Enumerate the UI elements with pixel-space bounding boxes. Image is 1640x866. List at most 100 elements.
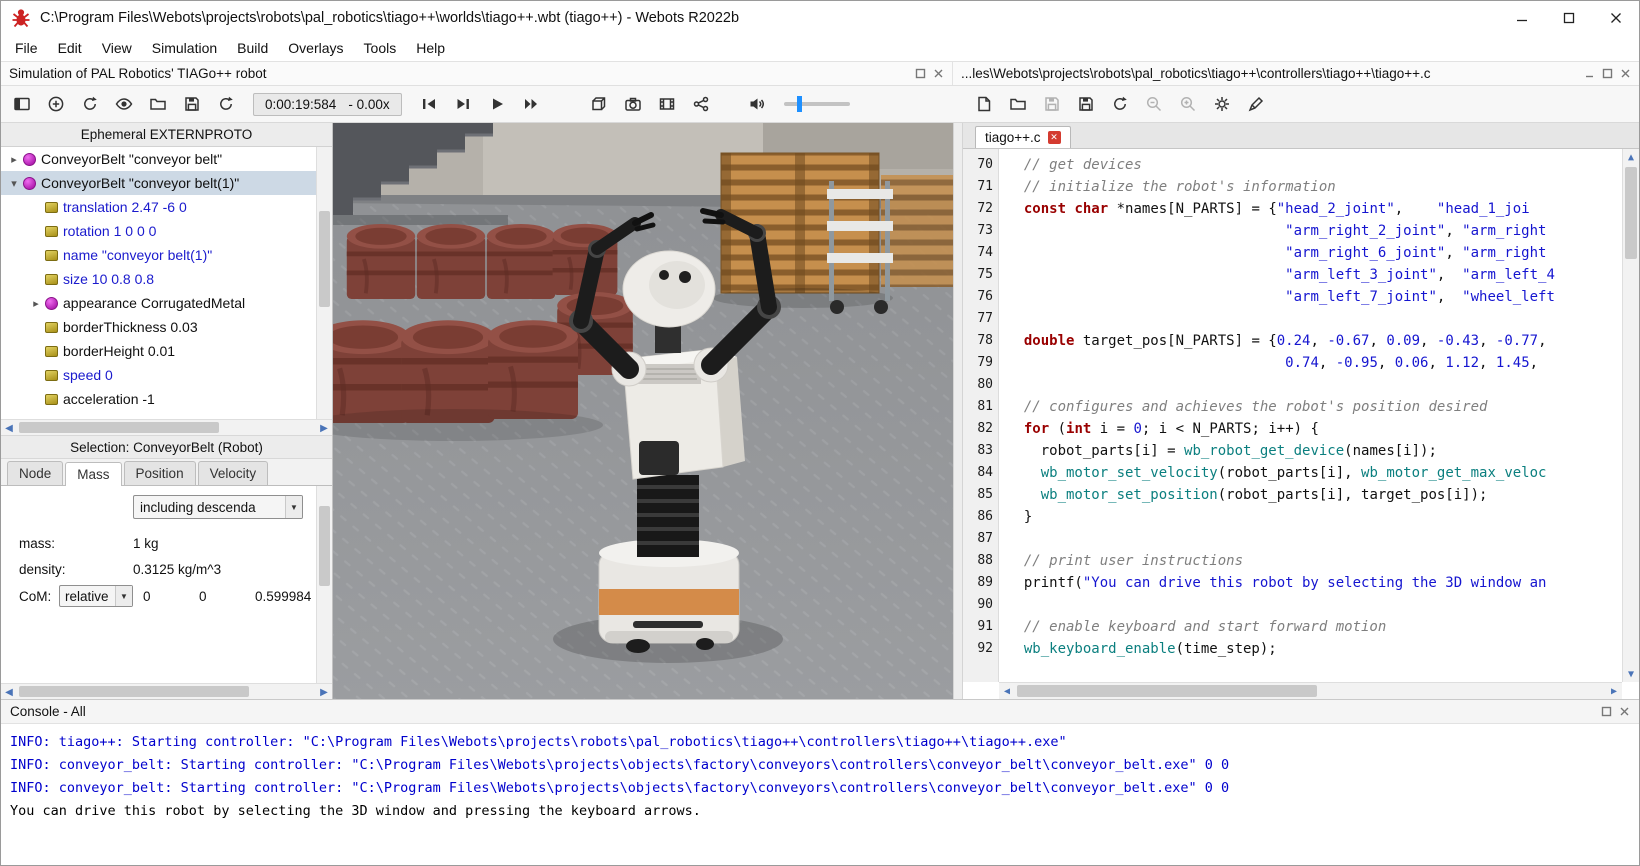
step-button[interactable]	[448, 90, 478, 118]
code-line[interactable]: for (int i = 0; i < N_PARTS; i++) {	[1007, 418, 1622, 440]
scrollbar-thumb[interactable]	[1017, 685, 1317, 697]
chevron-right-icon[interactable]: ▸	[7, 153, 21, 166]
scroll-right-icon[interactable]: ▶	[1606, 683, 1622, 699]
panel-minimize-icon[interactable]	[1584, 68, 1595, 79]
panel-close-icon[interactable]	[1619, 706, 1630, 717]
scroll-left-icon[interactable]: ◀	[1, 420, 17, 436]
code-text[interactable]: // get devices // initialize the robot's…	[999, 149, 1622, 682]
code-line[interactable]: const char *names[N_PARTS] = {"head_2_jo…	[1007, 198, 1622, 220]
inspector-horizontal-scrollbar[interactable]: ◀ ▶	[1, 683, 332, 699]
volume-slider-thumb[interactable]	[796, 96, 802, 112]
code-line[interactable]: wb_keyboard_enable(time_step);	[1007, 638, 1622, 660]
scrollbar-thumb[interactable]	[319, 506, 330, 586]
tree-item[interactable]: ▸ ConveyorBelt "conveyor belt"	[1, 147, 332, 171]
code-line[interactable]: // configures and achieves the robot's p…	[1007, 396, 1622, 418]
inspector-vertical-scrollbar[interactable]	[316, 486, 332, 683]
close-button[interactable]	[1592, 1, 1639, 35]
console-output[interactable]: INFO: tiago++: Starting controller: "C:\…	[1, 724, 1639, 865]
zoom-in-button[interactable]	[1173, 90, 1203, 118]
scene-tree-vertical-scrollbar[interactable]	[316, 147, 332, 419]
code-line[interactable]: robot_parts[i] = wb_robot_get_device(nam…	[1007, 440, 1622, 462]
scrollbar-thumb[interactable]	[319, 211, 330, 307]
menu-help[interactable]: Help	[406, 37, 455, 59]
volume-slider[interactable]	[783, 96, 850, 112]
code-line[interactable]: printf("You can drive this robot by sele…	[1007, 572, 1622, 594]
movie-record-button[interactable]	[652, 90, 682, 118]
new-file-button[interactable]	[969, 90, 999, 118]
descendants-dropdown[interactable]: including descenda ▼	[133, 495, 303, 519]
save-world-button[interactable]	[177, 90, 207, 118]
scrollbar-thumb[interactable]	[19, 686, 249, 697]
projection-mode-button[interactable]	[584, 90, 614, 118]
menu-edit[interactable]: Edit	[48, 37, 92, 59]
scroll-right-icon[interactable]: ▶	[316, 420, 332, 436]
code-line[interactable]: "arm_left_7_joint", "wheel_left	[1007, 286, 1622, 308]
scroll-left-icon[interactable]: ◀	[1, 684, 17, 700]
vertical-splitter[interactable]	[953, 123, 963, 699]
save-as-button[interactable]	[1071, 90, 1101, 118]
share-button[interactable]	[686, 90, 716, 118]
tree-item[interactable]: rotation 1 0 0 0	[1, 219, 332, 243]
tree-item[interactable]: size 10 0.8 0.8	[1, 267, 332, 291]
open-world-button[interactable]	[143, 90, 173, 118]
code-line[interactable]	[1007, 594, 1622, 616]
tab-node[interactable]: Node	[7, 461, 64, 485]
screenshot-button[interactable]	[618, 90, 648, 118]
menu-simulation[interactable]: Simulation	[142, 37, 227, 59]
panel-float-icon[interactable]	[1601, 706, 1612, 717]
menu-tools[interactable]: Tools	[354, 37, 407, 59]
scroll-up-icon[interactable]: ▲	[1623, 149, 1639, 165]
code-line[interactable]: "arm_left_3_joint", "arm_left_4	[1007, 264, 1622, 286]
reset-simulation-button[interactable]	[414, 90, 444, 118]
panel-float-icon[interactable]	[915, 68, 926, 79]
editor-vertical-scrollbar[interactable]: ▲ ▼	[1622, 149, 1639, 682]
menu-overlays[interactable]: Overlays	[278, 37, 353, 59]
scene-tree-horizontal-scrollbar[interactable]: ◀ ▶	[1, 419, 332, 435]
3d-view[interactable]	[333, 123, 953, 699]
scrollbar-thumb[interactable]	[1625, 167, 1637, 259]
chevron-down-icon[interactable]: ▾	[7, 177, 21, 190]
tree-item[interactable]: borderHeight 0.01	[1, 339, 332, 363]
menu-view[interactable]: View	[92, 37, 142, 59]
open-file-button[interactable]	[1003, 90, 1033, 118]
fast-forward-button[interactable]	[516, 90, 546, 118]
maximize-button[interactable]	[1545, 1, 1592, 35]
highlight-button[interactable]	[1241, 90, 1271, 118]
show-rendering-button[interactable]	[109, 90, 139, 118]
tab-velocity[interactable]: Velocity	[197, 461, 269, 485]
restore-viewpoint-button[interactable]	[75, 90, 105, 118]
code-line[interactable]: wb_motor_set_position(robot_parts[i], ta…	[1007, 484, 1622, 506]
tab-close-icon[interactable]: ✕	[1047, 131, 1061, 144]
code-line[interactable]: 0.74, -0.95, 0.06, 1.12, 1.45,	[1007, 352, 1622, 374]
minimize-button[interactable]	[1498, 1, 1545, 35]
reload-world-button[interactable]	[211, 90, 241, 118]
menu-file[interactable]: File	[5, 37, 48, 59]
panel-close-icon[interactable]	[1620, 68, 1631, 79]
code-line[interactable]: double target_pos[N_PARTS] = {0.24, -0.6…	[1007, 330, 1622, 352]
code-line[interactable]: // get devices	[1007, 154, 1622, 176]
code-line[interactable]: // enable keyboard and start forward mot…	[1007, 616, 1622, 638]
menu-build[interactable]: Build	[227, 37, 278, 59]
zoom-out-button[interactable]	[1139, 90, 1169, 118]
tree-item[interactable]: ▸ appearance CorrugatedMetal	[1, 291, 332, 315]
scroll-left-icon[interactable]: ◀	[999, 683, 1015, 699]
code-line[interactable]	[1007, 528, 1622, 550]
editor-horizontal-scrollbar[interactable]: ◀ ▶	[999, 682, 1622, 699]
tab-mass[interactable]: Mass	[65, 462, 122, 486]
code-line[interactable]: "arm_right_6_joint", "arm_right	[1007, 242, 1622, 264]
code-line[interactable]: "arm_right_2_joint", "arm_right	[1007, 220, 1622, 242]
toggle-scene-tree-button[interactable]	[7, 90, 37, 118]
code-line[interactable]: }	[1007, 506, 1622, 528]
code-area[interactable]: 70 71 72 73 74 75 76 77 78 79 80 81 82 83 84 85 86 87 88 89…	[963, 149, 1639, 699]
panel-float-icon[interactable]	[1602, 68, 1613, 79]
chevron-right-icon[interactable]: ▸	[29, 297, 43, 310]
scrollbar-thumb[interactable]	[19, 422, 219, 433]
tree-item[interactable]: speed 0	[1, 363, 332, 387]
add-node-button[interactable]	[41, 90, 71, 118]
tree-item[interactable]: acceleration -1	[1, 387, 332, 411]
code-line[interactable]	[1007, 374, 1622, 396]
sound-mute-button[interactable]	[742, 90, 772, 118]
code-line[interactable]	[1007, 308, 1622, 330]
com-mode-dropdown[interactable]: relative ▼	[59, 585, 133, 607]
play-button[interactable]	[482, 90, 512, 118]
